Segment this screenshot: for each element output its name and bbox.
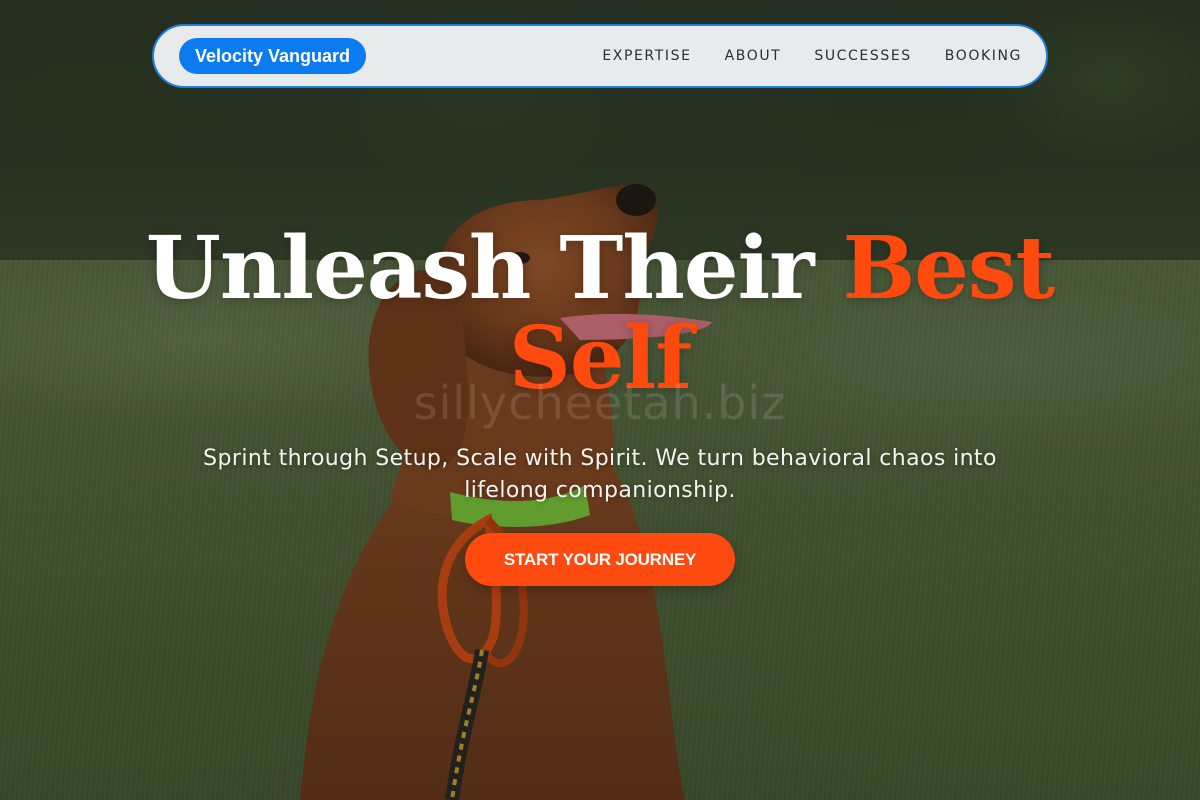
nav-link-successes[interactable]: SUCCESSES bbox=[814, 48, 911, 64]
nav-links: EXPERTISE ABOUT SUCCESSES BOOKING bbox=[602, 48, 1022, 64]
hero-subtitle: Sprint through Setup, Scale with Spirit.… bbox=[203, 446, 997, 503]
hero-title-main: Unleash Their bbox=[145, 218, 843, 319]
top-navbar: Velocity Vanguard EXPERTISE ABOUT SUCCES… bbox=[152, 24, 1048, 88]
watermark-text: sillycheetah.biz bbox=[413, 376, 787, 430]
nav-link-about[interactable]: ABOUT bbox=[725, 48, 782, 64]
nav-link-expertise[interactable]: EXPERTISE bbox=[602, 48, 691, 64]
nav-link-booking[interactable]: BOOKING bbox=[945, 48, 1022, 64]
start-journey-button[interactable]: START YOUR JOURNEY bbox=[465, 533, 735, 586]
brand-logo-button[interactable]: Velocity Vanguard bbox=[179, 38, 367, 74]
